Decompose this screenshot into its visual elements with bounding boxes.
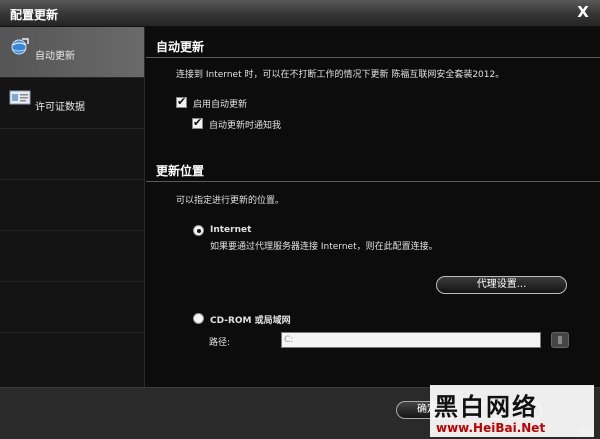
- sidebar-empty-row: [0, 231, 144, 282]
- auto-update-description: 连接到 Internet 时，可以在不打断工作的情况下更新 陈福互联网安全套装2…: [176, 70, 505, 80]
- notify-checkbox[interactable]: [192, 116, 203, 129]
- update-location-description: 可以指定进行更新的位置。: [176, 196, 285, 206]
- notify-label: 自动更新时通知我: [209, 121, 282, 131]
- title-bar[interactable]: 配置更新 X: [0, 0, 600, 27]
- path-input[interactable]: [281, 332, 541, 348]
- cdrom-radio[interactable]: [193, 313, 204, 324]
- divider: [146, 181, 600, 182]
- section-title-update-location: 更新位置: [156, 164, 205, 178]
- sidebar-empty-row: [0, 129, 144, 180]
- sidebar-empty-row: [0, 180, 144, 231]
- close-icon[interactable]: X: [574, 3, 592, 21]
- watermark-url: www.HeiBai.Net: [436, 421, 546, 435]
- internet-radio[interactable]: [193, 225, 204, 236]
- watermark-logo: 黑白网络: [434, 392, 538, 421]
- cdrom-radio-label: CD-ROM 或局域网: [210, 316, 291, 326]
- path-label: 路径:: [209, 338, 231, 348]
- watermark: 黑白网络 www.HeiBai.Net: [430, 385, 594, 437]
- proxy-settings-button[interactable]: 代理设置...: [436, 276, 567, 294]
- sidebar: 自动更新 许可证数据: [0, 27, 145, 387]
- content-panel: 自动更新 连接到 Internet 时，可以在不打断工作的情况下更新 陈福互联网…: [146, 27, 600, 387]
- update-settings-window: 配置更新 X 自动更新 许可证数据 自动更新 连接到 Internet 时，可以…: [0, 0, 600, 439]
- enable-auto-update-label: 启用自动更新: [193, 100, 248, 110]
- section-title-auto-update: 自动更新: [156, 40, 205, 54]
- globe-update-icon: [11, 38, 29, 55]
- sidebar-empty-row: [0, 282, 144, 333]
- sidebar-item-license[interactable]: 许可证数据: [0, 78, 144, 129]
- internet-description: 如果要通过代理服务器连接 Internet，则在此配置连接。: [210, 242, 438, 252]
- sidebar-item-auto-update[interactable]: 自动更新: [0, 27, 144, 78]
- internet-radio-label: Internet: [210, 225, 252, 235]
- license-card-icon: [9, 90, 31, 105]
- browse-button[interactable]: [551, 332, 569, 348]
- window-title: 配置更新: [10, 8, 59, 22]
- enable-auto-update-checkbox[interactable]: [176, 95, 187, 108]
- divider: [146, 57, 600, 58]
- sidebar-item-label: 许可证数据: [35, 102, 85, 113]
- sidebar-item-label: 自动更新: [35, 51, 75, 62]
